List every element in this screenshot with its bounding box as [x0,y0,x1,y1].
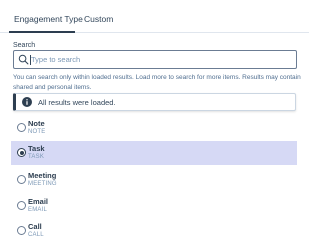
active-tab-indicator [9,31,75,33]
search-input[interactable] [31,53,293,66]
info-alert: All results were loaded. [13,93,296,111]
radio-button[interactable] [17,175,26,184]
tab-custom[interactable]: Custom [84,14,113,24]
option-value: CALL [28,232,44,238]
option-note[interactable]: Note NOTE [11,116,297,140]
option-value: EMAIL [28,207,48,213]
search-help-text: You can search only within loaded result… [13,74,301,91]
option-value: TASK [28,154,45,160]
radio-button[interactable] [17,201,26,210]
tab-engagement-type[interactable]: Engagement Type [14,14,83,24]
option-call[interactable]: Call CALL [11,219,297,243]
option-label: Note [28,119,45,128]
search-label: Search [13,42,36,49]
option-label: Task [28,144,45,153]
radio-button-selected[interactable] [17,148,26,157]
alert-message: All results were loaded. [38,98,116,107]
search-icon [18,54,29,65]
radio-button[interactable] [17,226,26,235]
info-icon [22,97,32,107]
option-label: Email [28,197,49,206]
tab-bar: Engagement Type Custom [0,0,309,33]
search-box[interactable] [13,50,297,69]
option-meeting[interactable]: Meeting MEETING [11,168,297,192]
option-email[interactable]: Email EMAIL [11,194,297,218]
option-task[interactable]: Task TASK [11,141,297,165]
option-label: Call [28,222,42,231]
radio-selected-dot [19,150,24,155]
option-value: NOTE [28,129,46,135]
option-value: MEETING [28,181,57,187]
radio-button[interactable] [17,123,26,132]
option-label: Meeting [28,171,57,180]
